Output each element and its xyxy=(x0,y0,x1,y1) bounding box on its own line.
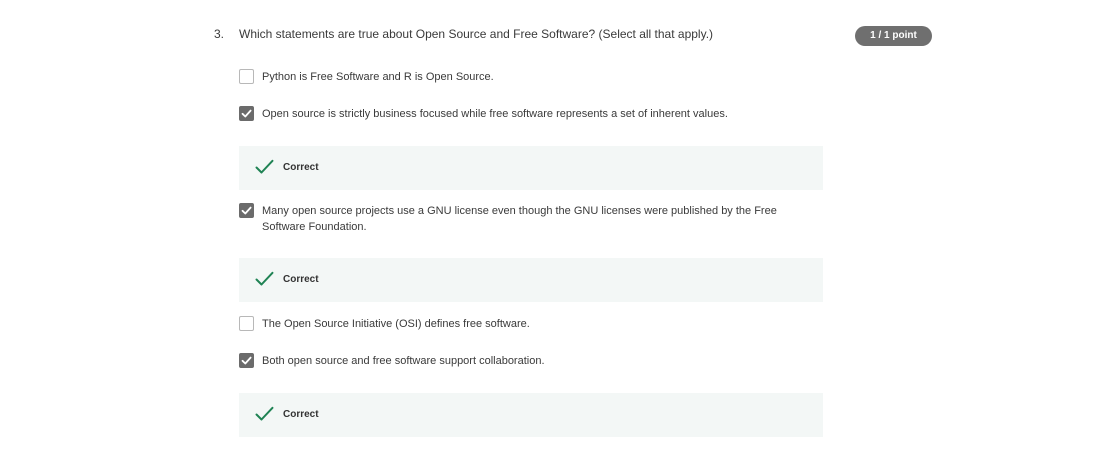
checkbox-checked-icon[interactable] xyxy=(239,353,254,368)
checkmark-icon xyxy=(241,206,252,215)
correct-check-icon xyxy=(255,406,274,421)
option-2[interactable]: Open source is strictly business focused… xyxy=(239,106,823,122)
correct-check-icon xyxy=(255,159,274,174)
checkmark-icon xyxy=(241,356,252,365)
option-4[interactable]: The Open Source Initiative (OSI) defines… xyxy=(239,316,823,332)
quiz-question: 3. Which statements are true about Open … xyxy=(0,0,1097,458)
option-5[interactable]: Both open source and free software suppo… xyxy=(239,353,823,369)
checkbox-checked-icon[interactable] xyxy=(239,203,254,218)
question-text: Which statements are true about Open Sou… xyxy=(239,27,714,41)
option-label: The Open Source Initiative (OSI) defines… xyxy=(262,318,530,330)
feedback-label: Correct xyxy=(283,274,319,285)
checkbox-unchecked-icon[interactable] xyxy=(239,316,254,331)
option-label: Python is Free Software and R is Open So… xyxy=(262,71,494,83)
option-label: Both open source and free software suppo… xyxy=(262,355,545,367)
checkbox-checked-icon[interactable] xyxy=(239,106,254,121)
feedback-label: Correct xyxy=(283,162,319,173)
question-number: 3. xyxy=(214,27,225,41)
feedback-label: Correct xyxy=(283,409,319,420)
checkbox-unchecked-icon[interactable] xyxy=(239,69,254,84)
feedback-correct: Correct xyxy=(239,393,823,437)
option-3[interactable]: Many open source projects use a GNU lice… xyxy=(239,203,823,235)
checkmark-icon xyxy=(241,109,252,118)
correct-check-icon xyxy=(255,271,274,286)
feedback-correct: Correct xyxy=(239,258,823,302)
option-label: Many open source projects use a GNU lice… xyxy=(262,205,777,233)
feedback-correct: Correct xyxy=(239,146,823,190)
score-badge: 1 / 1 point xyxy=(855,26,932,46)
option-label: Open source is strictly business focused… xyxy=(262,108,728,120)
option-1[interactable]: Python is Free Software and R is Open So… xyxy=(239,69,823,85)
